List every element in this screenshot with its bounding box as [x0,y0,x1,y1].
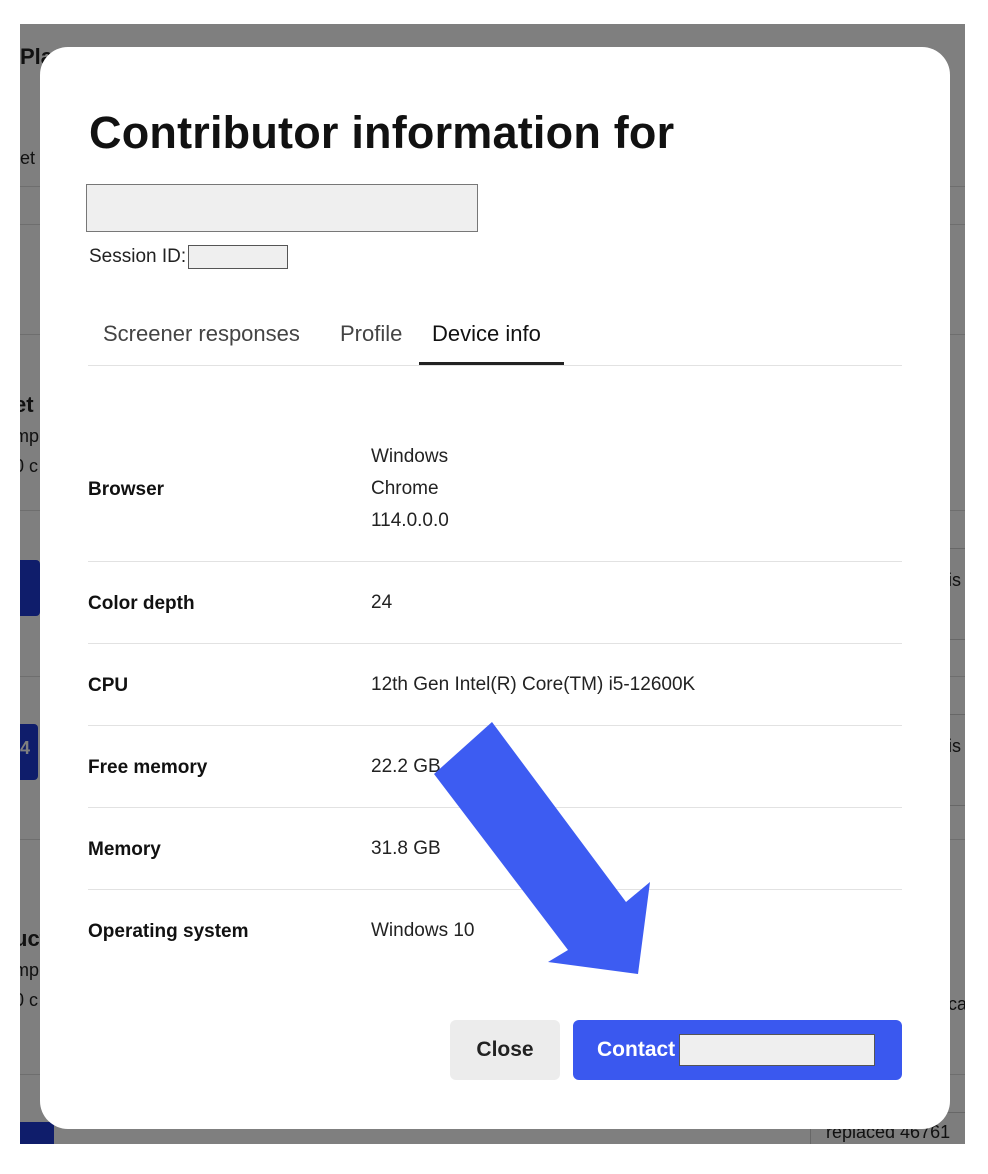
row-divider [88,889,902,890]
row-divider [88,725,902,726]
contributor-info-dialog: Contributor information for Session ID: … [40,47,950,1129]
tab-profile[interactable]: Profile [340,321,402,347]
session-id: Session ID: [89,245,289,269]
row-value: 31.8 GB [371,838,441,859]
row-divider [88,807,902,808]
contributor-name-redacted [86,184,478,232]
row-value: 24 [371,592,393,613]
device-info-row-memory: Memory 31.8 GB [88,833,902,869]
device-info-row-free-memory: Free memory 22.2 GB [88,751,902,787]
close-button[interactable]: Close [450,1020,560,1080]
contact-name-redacted [679,1034,876,1066]
device-info-row-cpu: CPU 12th Gen Intel(R) Core(TM) i5-12600K [88,669,902,705]
row-label: Browser [88,479,165,500]
row-value: 22.2 GB [371,756,441,777]
row-value: Windows [371,446,449,467]
row-label: Color depth [88,593,195,614]
row-value: 114.0.0.0 [371,510,449,531]
row-divider [88,561,902,562]
dialog-title: Contributor information for [89,107,675,158]
device-info-row-operating-system: Operating system Windows 10 [88,915,902,951]
row-label: Operating system [88,921,249,942]
row-divider [88,643,902,644]
row-value: Windows 10 [371,920,475,941]
contact-button-label: Contact [597,1038,676,1061]
device-info-row-browser: Browser Windows Chrome 114.0.0.0 [88,441,902,541]
tab-bar: Screener responses Profile Device info [88,317,902,366]
row-label: CPU [88,675,129,696]
row-value: Chrome [371,478,439,499]
row-value: 12th Gen Intel(R) Core(TM) i5-12600K [371,674,696,695]
tab-device-info[interactable]: Device info [432,321,541,347]
contact-button[interactable]: Contact [573,1020,902,1080]
device-info-row-color-depth: Color depth 24 [88,587,902,623]
row-label: Memory [88,839,161,860]
session-id-value-redacted [188,245,289,269]
active-tab-indicator [419,362,564,365]
row-label: Free memory [88,757,208,778]
tab-screener-responses[interactable]: Screener responses [103,321,300,347]
session-id-label: Session ID: [89,246,187,267]
